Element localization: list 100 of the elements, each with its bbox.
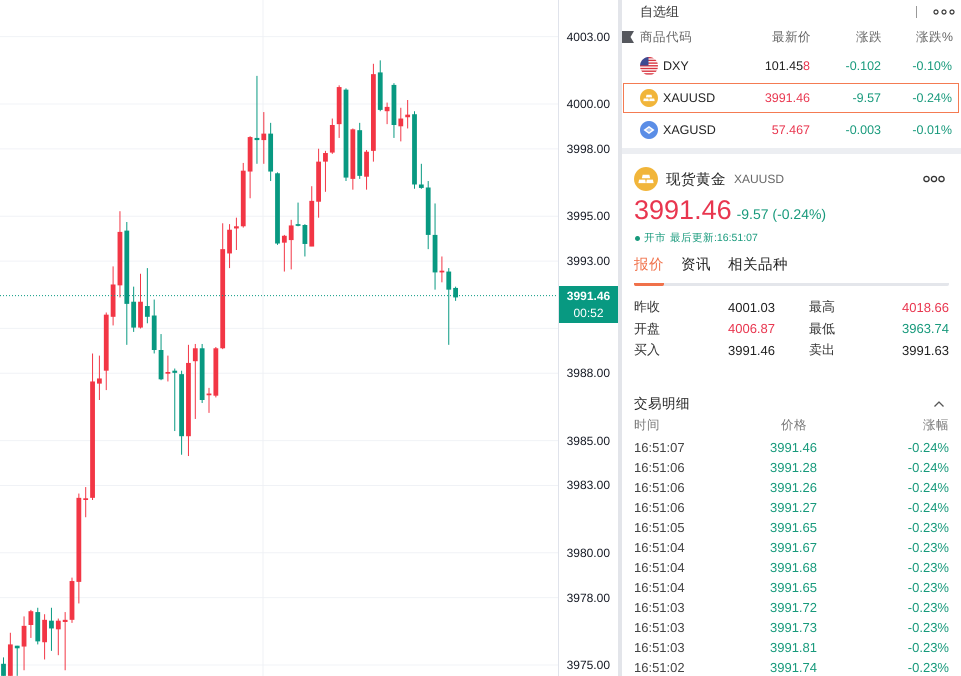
rising-candle xyxy=(42,614,47,660)
more-icon[interactable] xyxy=(933,8,955,15)
trade-price: 3991.27 xyxy=(769,500,817,516)
price-axis-label: 3993.00 xyxy=(566,253,610,270)
trade-time: 16:51:03 xyxy=(634,620,686,636)
rising-candle xyxy=(166,355,170,382)
market-status: 开市 xyxy=(644,231,666,246)
falling-candle xyxy=(49,607,54,652)
rising-candle xyxy=(22,616,26,671)
watchlist-row[interactable]: XAUUSD 3991.46 -9.57 -0.24% xyxy=(623,82,959,114)
trade-time: 16:51:03 xyxy=(634,640,686,656)
price-axis-label: 3980.00 xyxy=(566,544,610,561)
trade-time: 16:51:04 xyxy=(634,540,686,556)
trade-change: -0.23% xyxy=(906,660,949,676)
tab[interactable]: 资讯 xyxy=(681,255,711,286)
change-cell-text: -0.102 xyxy=(844,58,881,73)
rising-candle xyxy=(206,387,212,414)
falling-candle xyxy=(200,343,205,404)
caret-icon[interactable] xyxy=(933,400,945,408)
trade-time: 16:51:06 xyxy=(634,500,686,516)
countdown-label: 00:52 xyxy=(573,304,604,322)
flag-icon xyxy=(640,56,658,75)
more-icon[interactable] xyxy=(923,175,945,184)
rising-candle xyxy=(282,234,287,272)
column-header: 涨跌% xyxy=(914,28,953,46)
stat-label: 卖出 xyxy=(808,341,836,360)
trade-change: -0.24% xyxy=(906,500,949,516)
rising-candle xyxy=(323,150,328,192)
trade-price: 3991.74 xyxy=(769,660,817,676)
change-cell-text: -9.57 xyxy=(852,91,881,106)
rising-candle xyxy=(288,219,294,270)
rising-candle xyxy=(261,112,266,164)
trade-change: -0.24% xyxy=(906,440,949,456)
column-header: 商品代码 xyxy=(640,28,692,46)
rising-candle xyxy=(384,102,390,125)
last-update-time: 最后更新:16:51:07 xyxy=(670,231,758,246)
rising-candle xyxy=(364,150,369,190)
rising-candle xyxy=(234,217,239,250)
rising-candle xyxy=(28,609,34,638)
falling-candle xyxy=(172,368,178,432)
trade-price: 3991.26 xyxy=(769,480,817,496)
rising-candle xyxy=(213,346,218,398)
ingot-stack-icon xyxy=(640,89,658,108)
symbol-label: XAUUSD xyxy=(663,91,716,106)
stat-value: 3991.46 xyxy=(727,342,775,358)
trade-change: -0.23% xyxy=(906,620,949,636)
falling-candle xyxy=(392,82,396,138)
watchlist-row[interactable]: XAGUSD 57.467 -0.003 -0.01% xyxy=(623,115,959,146)
falling-candle xyxy=(302,224,308,257)
column-header: 最新价 xyxy=(771,28,811,46)
stat-label: 最高 xyxy=(808,298,836,316)
stat-value: 4006.87 xyxy=(727,321,775,336)
price-axis-label: 3978.00 xyxy=(566,590,610,606)
column-header: 价格 xyxy=(780,417,807,434)
rising-candle xyxy=(62,612,68,671)
trade-change: -0.23% xyxy=(906,600,949,616)
instrument-symbol: XAUUSD xyxy=(734,172,786,186)
price-axis-label: 4003.00 xyxy=(566,28,610,45)
rising-candle xyxy=(8,632,13,676)
tab[interactable]: 相关品种 xyxy=(728,255,788,286)
price-axis-label: 3998.00 xyxy=(566,140,610,157)
column-header: 时间 xyxy=(634,417,661,434)
trade-time: 16:51:07 xyxy=(634,440,686,456)
falling-candle xyxy=(158,334,164,381)
rising-candle xyxy=(248,136,252,199)
rising-candle xyxy=(440,256,444,283)
price-axis-label: 3988.00 xyxy=(566,365,610,382)
stat-label: 最低 xyxy=(808,320,836,338)
stat-label: 开盘 xyxy=(634,320,661,338)
trade-change: -0.23% xyxy=(906,640,949,656)
rising-candle xyxy=(227,224,232,269)
trade-change: -0.23% xyxy=(906,520,949,536)
trade-price: 3991.65 xyxy=(769,580,817,596)
trade-change: -0.23% xyxy=(906,540,949,556)
falling-candle xyxy=(426,180,431,250)
rising-candle xyxy=(138,273,143,329)
rising-candle xyxy=(83,486,88,518)
change-percent-cell-text: -0.01% xyxy=(911,123,952,138)
column-header: 涨跌 xyxy=(855,28,882,46)
symbol-label: DXY xyxy=(663,58,689,73)
rising-candle xyxy=(316,148,321,218)
trade-price: 3991.46 xyxy=(769,440,817,456)
trade-time: 16:51:04 xyxy=(634,580,686,596)
falling-candle xyxy=(35,607,40,645)
stat-label: 昨收 xyxy=(634,298,661,316)
instrument-name: 现货黄金 xyxy=(666,170,726,189)
rising-candle xyxy=(350,128,356,190)
change-percent-cell-text: -0.24% xyxy=(911,91,952,106)
column-header: 涨幅 xyxy=(922,417,949,434)
falling-candle xyxy=(14,645,20,676)
watchlist-row[interactable]: DXY 101.458 -0.102 -0.10% xyxy=(623,50,959,81)
trade-change: -0.23% xyxy=(906,560,949,576)
ingot-stack-icon xyxy=(634,167,658,192)
falling-candle xyxy=(268,122,274,182)
rising-candle xyxy=(309,186,314,248)
price-axis-label: 3983.00 xyxy=(566,477,610,494)
trade-change: -0.23% xyxy=(906,580,949,596)
trade-time: 16:51:04 xyxy=(634,560,686,576)
price-axis-label: 4000.00 xyxy=(566,96,610,112)
rising-candle xyxy=(240,162,246,228)
